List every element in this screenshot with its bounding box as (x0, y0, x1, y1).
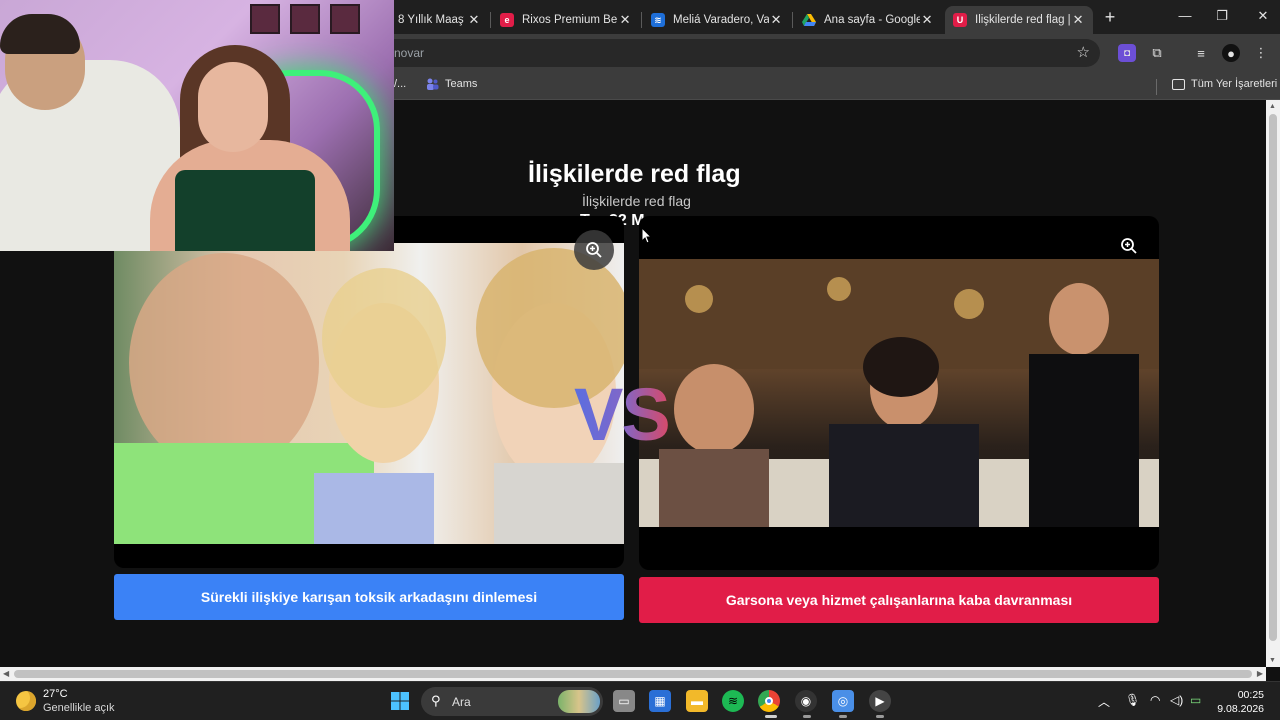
taskbar-search[interactable]: ⚲ Ara (421, 687, 603, 716)
streamer-right-head (198, 62, 268, 152)
tab-rixos[interactable]: e Rixos Premium Belek ✕ (492, 6, 640, 34)
option-card-left[interactable] (114, 216, 624, 568)
streamer-left-hair (0, 14, 80, 54)
bookmark-label: /... (394, 78, 407, 90)
versus-label: VS (574, 373, 671, 456)
app-indicator (839, 715, 847, 718)
volume-icon[interactable]: ◁) (1170, 693, 1183, 707)
app-indicator (803, 715, 811, 718)
tab-title: Rixos Premium Belek (522, 14, 618, 26)
weather-moon-icon[interactable] (16, 691, 36, 711)
teams-icon (426, 78, 439, 90)
profile-avatar[interactable]: ● (1222, 44, 1240, 62)
zoom-icon[interactable] (574, 230, 614, 270)
scroll-thumb[interactable] (14, 670, 1252, 678)
system-clock[interactable]: 00:25 9.08.2026 (1217, 688, 1264, 716)
clock-date: 9.08.2026 (1217, 703, 1264, 715)
search-highlight-icon (558, 690, 600, 713)
melia-favicon-icon: ≋ (651, 13, 665, 27)
all-bookmarks-label: Tüm Yer İşaretleri (1191, 78, 1278, 90)
bookmark-teams[interactable]: Teams (426, 78, 477, 90)
tab-title: Meliá Varadero, Vara (673, 14, 770, 26)
bookmark-label: Teams (445, 78, 478, 90)
close-icon[interactable]: ✕ (920, 12, 934, 28)
app-indicator (876, 715, 884, 718)
app-shield-icon[interactable]: ◎ (832, 690, 854, 712)
wifi-icon[interactable]: ◠ (1150, 693, 1160, 707)
minimize-icon[interactable]: — (1175, 8, 1195, 23)
close-icon[interactable]: ✕ (1071, 12, 1085, 28)
option-photo-left[interactable] (114, 243, 624, 544)
all-bookmarks[interactable]: Tüm Yer İşaretleri (1172, 78, 1277, 90)
scroll-down-icon[interactable]: ▼ (1269, 657, 1276, 664)
choice-button-left[interactable]: Sürekli ilişkiye karışan toksik arkadaşı… (114, 574, 624, 620)
folder-icon (1172, 78, 1185, 90)
tab-title: İlişkilerde red flag | U (975, 14, 1071, 26)
page-subtitle: İlişkilerde red flag (582, 193, 691, 209)
new-tab-icon[interactable]: + (1100, 8, 1120, 28)
scroll-right-icon[interactable]: ▶ (1257, 669, 1263, 678)
rixos-favicon-icon: e (500, 13, 514, 27)
vertical-scrollbar[interactable]: ▲ ▼ (1266, 100, 1280, 667)
window-close-icon[interactable]: ✕ (1253, 8, 1273, 24)
tray-chevron-icon[interactable]: ︿ (1098, 693, 1110, 710)
bookmark-separator (1156, 79, 1157, 95)
file-explorer-icon[interactable]: ▬ (686, 690, 708, 712)
extension-shield-icon[interactable]: ◘ (1118, 44, 1136, 62)
tab-google-drive[interactable]: Ana sayfa - Google D ✕ (794, 6, 942, 34)
site-favicon-icon: U (953, 13, 967, 27)
scroll-up-icon[interactable]: ▲ (1269, 103, 1276, 110)
weather-temperature[interactable]: 27°C (43, 688, 68, 700)
windows-taskbar: 27°C Genellikle açık ⚲ Ara ▭ ▦ ▬ ≋ ◉ ◎ ▶… (0, 681, 1280, 720)
task-view-icon[interactable]: ▭ (613, 690, 635, 712)
tab-maas[interactable]: 8 Yıllık Maaşy ✕ (390, 6, 490, 34)
tab-title: 8 Yıllık Maaşy (398, 14, 464, 26)
scroll-thumb[interactable] (1269, 114, 1277, 641)
address-text: novar (394, 46, 425, 60)
webcam-overlay (0, 0, 394, 251)
restore-icon[interactable]: ❐ (1212, 8, 1232, 24)
tab-separator (490, 12, 491, 28)
choice-button-right[interactable]: Garsona veya hizmet çalışanlarına kaba d… (639, 577, 1159, 623)
streamer-right-top (175, 170, 315, 251)
store-icon[interactable]: ▦ (649, 690, 671, 712)
bookmark-star-icon[interactable]: ☆ (1077, 43, 1090, 61)
option-card-right[interactable] (639, 216, 1159, 570)
mouse-cursor-icon (641, 226, 653, 249)
extensions-puzzle-icon[interactable]: ⧉ (1148, 44, 1166, 62)
close-icon[interactable]: ✕ (466, 12, 482, 28)
tab-separator (641, 12, 642, 28)
option-photo-right[interactable] (639, 259, 1159, 527)
media-player-icon[interactable]: ▶ (869, 690, 891, 712)
scroll-left-icon[interactable]: ◀ (3, 669, 9, 678)
close-icon[interactable]: ✕ (618, 12, 632, 28)
close-icon[interactable]: ✕ (769, 12, 783, 28)
clock-time: 00:25 (1237, 689, 1264, 701)
obs-icon[interactable]: ◉ (795, 690, 817, 712)
menu-kebab-icon[interactable]: ⋮ (1252, 44, 1270, 62)
zoom-icon[interactable] (1109, 226, 1149, 266)
microphone-icon[interactable]: 🎙 (1125, 693, 1140, 707)
search-placeholder: Ara (452, 695, 471, 709)
google-drive-icon (802, 13, 816, 27)
tab-melia[interactable]: ≋ Meliá Varadero, Vara ✕ (643, 6, 791, 34)
media-control-icon[interactable]: ≡ (1192, 44, 1210, 62)
chrome-icon[interactable] (758, 690, 780, 712)
spotify-icon[interactable]: ≋ (722, 690, 744, 712)
horizontal-scrollbar[interactable]: ◀ ▶ (0, 667, 1266, 681)
tab-title: Ana sayfa - Google D (824, 14, 921, 26)
windows-start-icon[interactable] (389, 690, 411, 712)
bookmark-item[interactable]: /... (394, 78, 406, 90)
search-icon: ⚲ (431, 693, 441, 708)
page-title: İlişkilerde red flag (528, 160, 741, 188)
battery-icon[interactable]: ▭ (1190, 693, 1201, 707)
weather-description[interactable]: Genellikle açık (43, 702, 115, 714)
active-app-indicator (765, 715, 777, 718)
wall-frames (250, 4, 360, 34)
tab-separator (792, 12, 793, 28)
tab-red-flag[interactable]: U İlişkilerde red flag | U ✕ (945, 6, 1093, 34)
